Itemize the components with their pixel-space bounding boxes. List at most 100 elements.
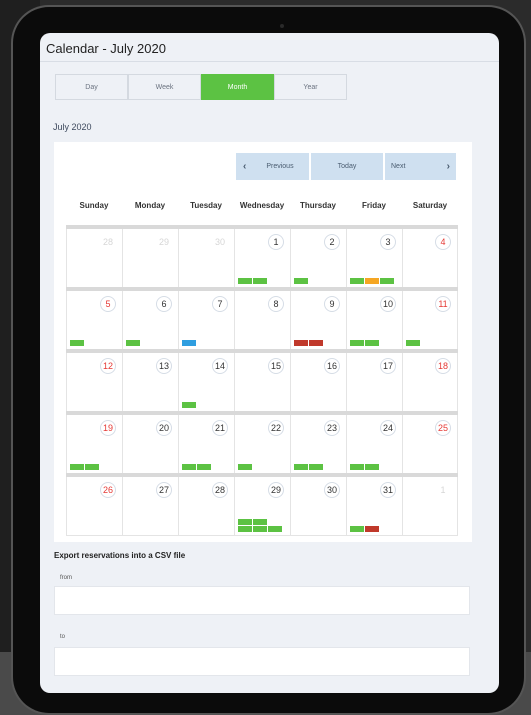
- day-number: 22: [268, 420, 284, 436]
- reservation-bar[interactable]: [268, 526, 282, 532]
- reservation-bar[interactable]: [365, 278, 379, 284]
- day-number: 29: [268, 482, 284, 498]
- calendar-day[interactable]: 7: [178, 291, 234, 349]
- reservation-bar[interactable]: [126, 340, 140, 346]
- from-label: from: [60, 575, 72, 581]
- calendar-day[interactable]: 29: [122, 229, 178, 287]
- to-label: to: [60, 634, 66, 640]
- calendar-day[interactable]: 24: [346, 415, 402, 473]
- calendar-day[interactable]: 9: [290, 291, 346, 349]
- reservation-bar[interactable]: [350, 340, 364, 346]
- calendar-day[interactable]: 5: [66, 291, 122, 349]
- day-number: 6: [156, 296, 172, 312]
- reservation-bar[interactable]: [238, 519, 252, 525]
- calendar-day[interactable]: 10: [346, 291, 402, 349]
- reservation-bar[interactable]: [350, 464, 364, 470]
- today-button[interactable]: Today: [311, 153, 383, 180]
- reservation-bar[interactable]: [365, 464, 379, 470]
- calendar-day[interactable]: 21: [178, 415, 234, 473]
- day-number: 1: [268, 234, 284, 250]
- from-input[interactable]: [54, 586, 470, 615]
- calendar-day[interactable]: 31: [346, 477, 402, 535]
- reservation-bar[interactable]: [294, 278, 308, 284]
- reservation-bar[interactable]: [182, 464, 196, 470]
- calendar-day[interactable]: 18: [402, 353, 458, 411]
- next-button[interactable]: Next ›: [385, 153, 456, 180]
- reservation-bar[interactable]: [253, 519, 267, 525]
- reservation-bar[interactable]: [85, 464, 99, 470]
- calendar-day[interactable]: 29: [234, 477, 290, 535]
- day-number: 18: [435, 358, 451, 374]
- calendar-day[interactable]: 8: [234, 291, 290, 349]
- calendar-day[interactable]: 11: [402, 291, 458, 349]
- day-number: 3: [380, 234, 396, 250]
- calendar-day[interactable]: 1: [234, 229, 290, 287]
- day-number: 30: [214, 237, 225, 247]
- reservation-bar[interactable]: [380, 278, 394, 284]
- reservation-bar[interactable]: [238, 464, 252, 470]
- reservation-bar[interactable]: [294, 464, 308, 470]
- export-title: Export reservations into a CSV file: [54, 551, 186, 560]
- calendar-panel: ‹ Previous Today Next › Sunday Monday Tu…: [54, 142, 472, 542]
- reservation-bar[interactable]: [238, 278, 252, 284]
- reservation-bar[interactable]: [70, 340, 84, 346]
- reservation-bars: [182, 464, 232, 470]
- calendar-day[interactable]: 26: [66, 477, 122, 535]
- month-grid: 28 29 30 1 2 3 4 5 6 7 8 9 10 11 12 13 14 15 16 17 18 19 20 21 2…: [66, 225, 458, 536]
- to-input[interactable]: [54, 647, 470, 676]
- reservation-bar[interactable]: [365, 526, 379, 532]
- calendar-day[interactable]: 22: [234, 415, 290, 473]
- reservation-bar[interactable]: [238, 526, 252, 532]
- calendar-day[interactable]: 15: [234, 353, 290, 411]
- calendar-day[interactable]: 12: [66, 353, 122, 411]
- reservation-bar[interactable]: [309, 464, 323, 470]
- reservation-bars: [350, 464, 400, 470]
- reservation-bar[interactable]: [182, 402, 196, 408]
- month-label: July 2020: [53, 122, 92, 132]
- calendar-day[interactable]: 6: [122, 291, 178, 349]
- weekday-sunday: Sunday: [79, 201, 109, 210]
- calendar-week: 19 20 21 22 23 24 25: [66, 411, 458, 473]
- tab-day[interactable]: Day: [55, 74, 128, 100]
- reservation-bar[interactable]: [182, 340, 196, 346]
- reservation-bar[interactable]: [406, 340, 420, 346]
- previous-button[interactable]: ‹ Previous: [236, 153, 309, 180]
- calendar-day[interactable]: 30: [290, 477, 346, 535]
- reservation-bar[interactable]: [350, 526, 364, 532]
- calendar-day[interactable]: 4: [402, 229, 458, 287]
- calendar-day[interactable]: 28: [178, 477, 234, 535]
- reservation-bar[interactable]: [253, 278, 267, 284]
- reservation-bars: [350, 526, 400, 532]
- calendar-day[interactable]: 28: [66, 229, 122, 287]
- day-number: 12: [100, 358, 116, 374]
- reservation-bars: [294, 340, 344, 346]
- calendar-day[interactable]: 16: [290, 353, 346, 411]
- reservation-bar[interactable]: [365, 340, 379, 346]
- reservation-bars: [238, 519, 288, 532]
- tab-week[interactable]: Week: [128, 74, 201, 100]
- reservation-bar[interactable]: [309, 340, 323, 346]
- reservation-bar[interactable]: [70, 464, 84, 470]
- calendar-day[interactable]: 20: [122, 415, 178, 473]
- day-number: 15: [268, 358, 284, 374]
- calendar-day[interactable]: 27: [122, 477, 178, 535]
- day-number: 20: [156, 420, 172, 436]
- previous-label: Previous: [266, 163, 294, 170]
- tab-year[interactable]: Year: [274, 74, 347, 100]
- weekday-wednesday: Wednesday: [239, 201, 285, 210]
- reservation-bar[interactable]: [253, 526, 267, 532]
- calendar-day[interactable]: 14: [178, 353, 234, 411]
- calendar-day[interactable]: 23: [290, 415, 346, 473]
- reservation-bar[interactable]: [350, 278, 364, 284]
- calendar-day[interactable]: 30: [178, 229, 234, 287]
- reservation-bar[interactable]: [294, 340, 308, 346]
- calendar-day[interactable]: 25: [402, 415, 458, 473]
- calendar-day[interactable]: 17: [346, 353, 402, 411]
- calendar-day[interactable]: 2: [290, 229, 346, 287]
- calendar-day[interactable]: 19: [66, 415, 122, 473]
- tab-month[interactable]: Month: [201, 74, 274, 100]
- calendar-day[interactable]: 13: [122, 353, 178, 411]
- reservation-bar[interactable]: [197, 464, 211, 470]
- calendar-day[interactable]: 1: [402, 477, 458, 535]
- calendar-day[interactable]: 3: [346, 229, 402, 287]
